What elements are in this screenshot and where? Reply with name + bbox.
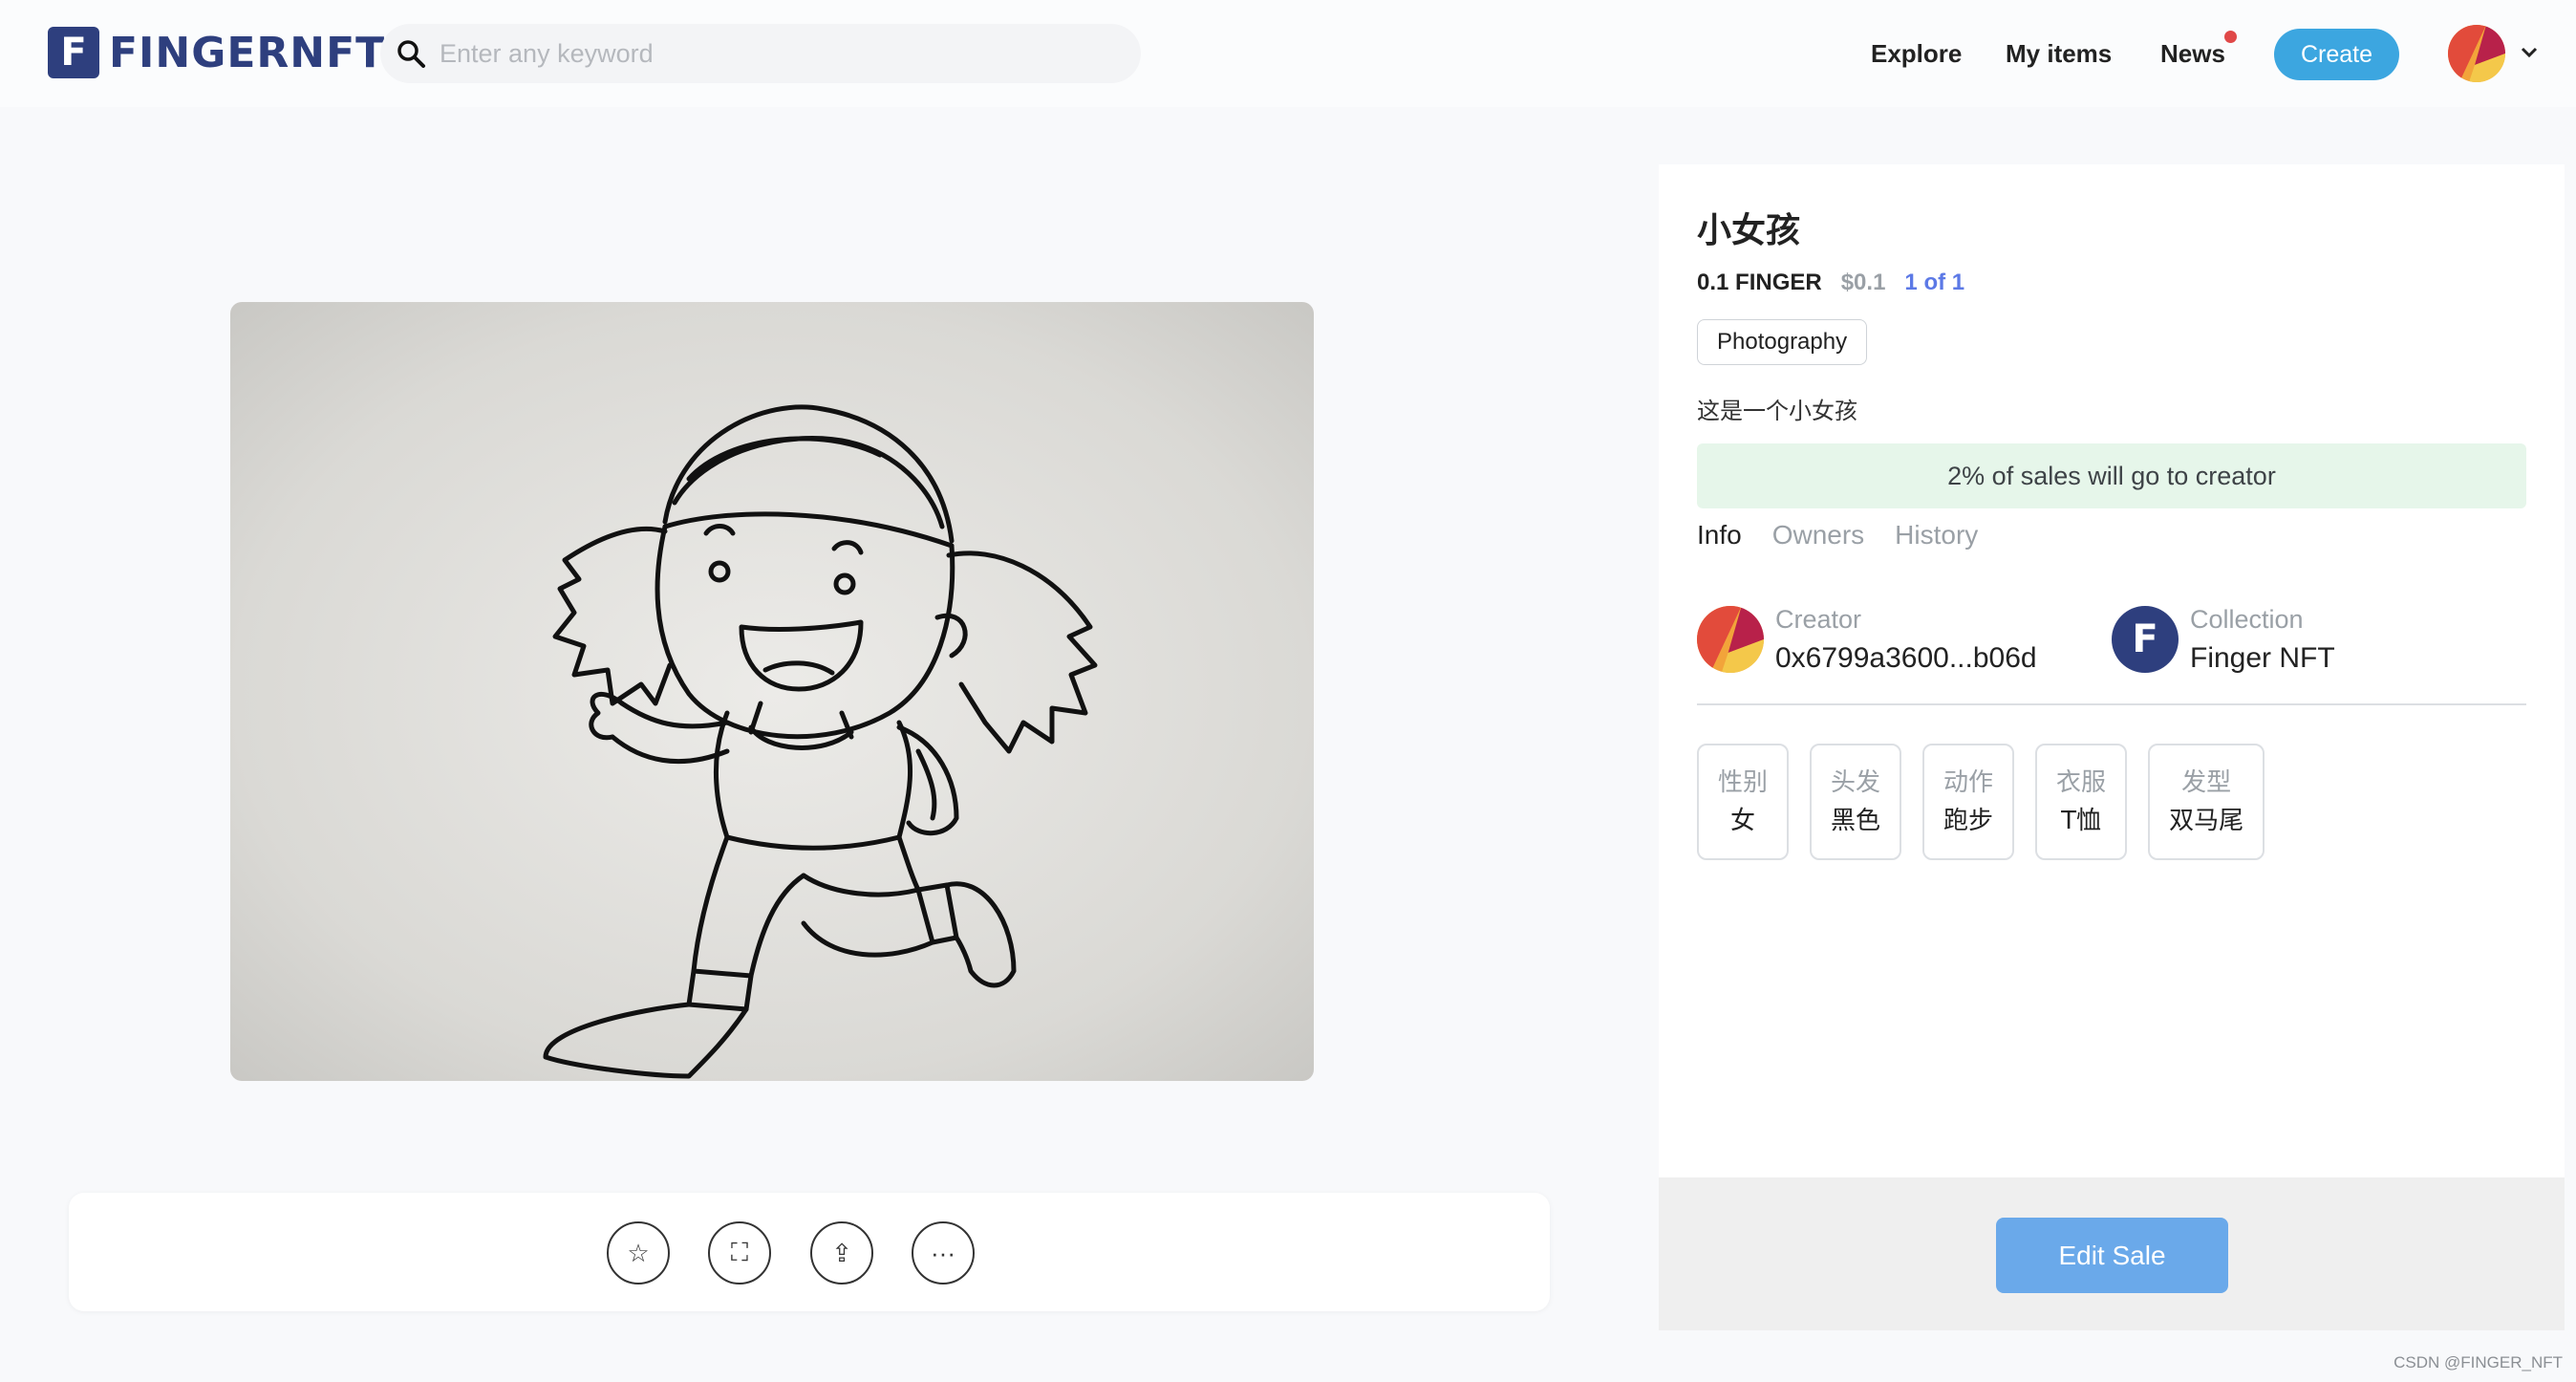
more-icon: ··· <box>931 1238 955 1267</box>
watermark: CSDN @FINGER_NFT <box>2394 1353 2563 1371</box>
logo[interactable]: F FINGERNFT <box>48 26 385 79</box>
more-button[interactable]: ··· <box>912 1221 975 1285</box>
search-bar[interactable] <box>380 24 1141 83</box>
attribute-card: 衣服 T恤 <box>2035 744 2128 860</box>
attributes-list: 性别 女 头发 黑色 动作 跑步 衣服 T恤 发型 双马尾 <box>1697 744 2265 860</box>
tab-history[interactable]: History <box>1895 520 1978 551</box>
attribute-key: 头发 <box>1831 768 1881 797</box>
attribute-key: 性别 <box>1718 768 1769 797</box>
top-header: F FINGERNFT Explore My items News Create <box>0 0 2576 107</box>
search-icon <box>396 38 426 69</box>
item-detail-panel: 小女孩 0.1 FINGER $0.1 1 of 1 Photography 这… <box>1659 164 2565 1330</box>
attribute-card: 头发 黑色 <box>1810 744 1902 860</box>
edition-count: 1 of 1 <box>1904 270 1965 295</box>
nav-news-label: News <box>2160 38 2225 68</box>
attribute-value: 黑色 <box>1831 807 1881 835</box>
creator-block[interactable]: Creator 0x6799a3600...b06d <box>1697 600 2037 679</box>
star-icon: ☆ <box>627 1238 650 1267</box>
nav-explore[interactable]: Explore <box>1871 29 1962 78</box>
collection-label: Collection <box>2190 605 2304 634</box>
tab-owners[interactable]: Owners <box>1772 520 1864 551</box>
collection-logo-icon[interactable]: F <box>2112 606 2179 673</box>
creator-avatar[interactable] <box>1697 606 1764 673</box>
user-avatar[interactable] <box>2448 25 2505 82</box>
attribute-key: 动作 <box>1943 768 1994 797</box>
fullscreen-button[interactable]: ⛶ <box>708 1221 771 1285</box>
girl-drawing <box>543 404 1098 1079</box>
royalty-banner: 2% of sales will go to creator <box>1697 443 2526 508</box>
create-button[interactable]: Create <box>2274 29 2399 80</box>
favorite-button[interactable]: ☆ <box>607 1221 670 1285</box>
item-description: 这是一个小女孩 <box>1697 398 1857 424</box>
category-tag[interactable]: Photography <box>1697 319 1868 365</box>
nav-my-items[interactable]: My items <box>2006 29 2112 78</box>
attribute-value: T恤 <box>2061 807 2101 835</box>
attribute-card: 发型 双马尾 <box>2148 744 2265 860</box>
creator-label: Creator <box>1775 605 1862 634</box>
collection-block[interactable]: F Collection Finger NFT <box>2112 600 2335 679</box>
attribute-key: 衣服 <box>2056 768 2107 797</box>
logo-mark-icon: F <box>48 27 99 78</box>
panel-footer: Edit Sale <box>1659 1177 2565 1330</box>
search-input[interactable] <box>440 38 1108 69</box>
tab-info[interactable]: Info <box>1697 520 1742 551</box>
attribute-value: 跑步 <box>1943 807 1994 835</box>
detail-tabs: Info Owners History <box>1697 520 1978 551</box>
logo-text: FINGERNFT <box>109 28 386 77</box>
collection-name[interactable]: Finger NFT <box>2190 638 2335 679</box>
price-row: 0.1 FINGER $0.1 1 of 1 <box>1697 270 1964 296</box>
attribute-card: 动作 跑步 <box>1922 744 2015 860</box>
share-button[interactable]: ⇪ <box>810 1221 873 1285</box>
nav-news[interactable]: News <box>2160 29 2237 78</box>
item-title: 小女孩 <box>1697 210 1801 249</box>
artwork-action-bar: ☆ ⛶ ⇪ ··· <box>69 1193 1550 1311</box>
attribute-value: 双马尾 <box>2169 807 2244 835</box>
price-usd: $0.1 <box>1840 270 1886 295</box>
attribute-value: 女 <box>1730 807 1756 835</box>
attribute-card: 性别 女 <box>1697 744 1790 860</box>
notification-dot <box>2223 31 2237 43</box>
expand-icon: ⛶ <box>730 1238 749 1266</box>
share-icon: ⇪ <box>831 1238 852 1267</box>
divider <box>1697 703 2526 705</box>
attribute-key: 发型 <box>2181 768 2232 797</box>
price: 0.1 FINGER <box>1697 270 1822 295</box>
creator-address[interactable]: 0x6799a3600...b06d <box>1775 638 2037 679</box>
nft-artwork-image[interactable] <box>230 302 1314 1081</box>
chevron-down-icon[interactable] <box>2519 42 2540 63</box>
edit-sale-button[interactable]: Edit Sale <box>1996 1218 2228 1293</box>
